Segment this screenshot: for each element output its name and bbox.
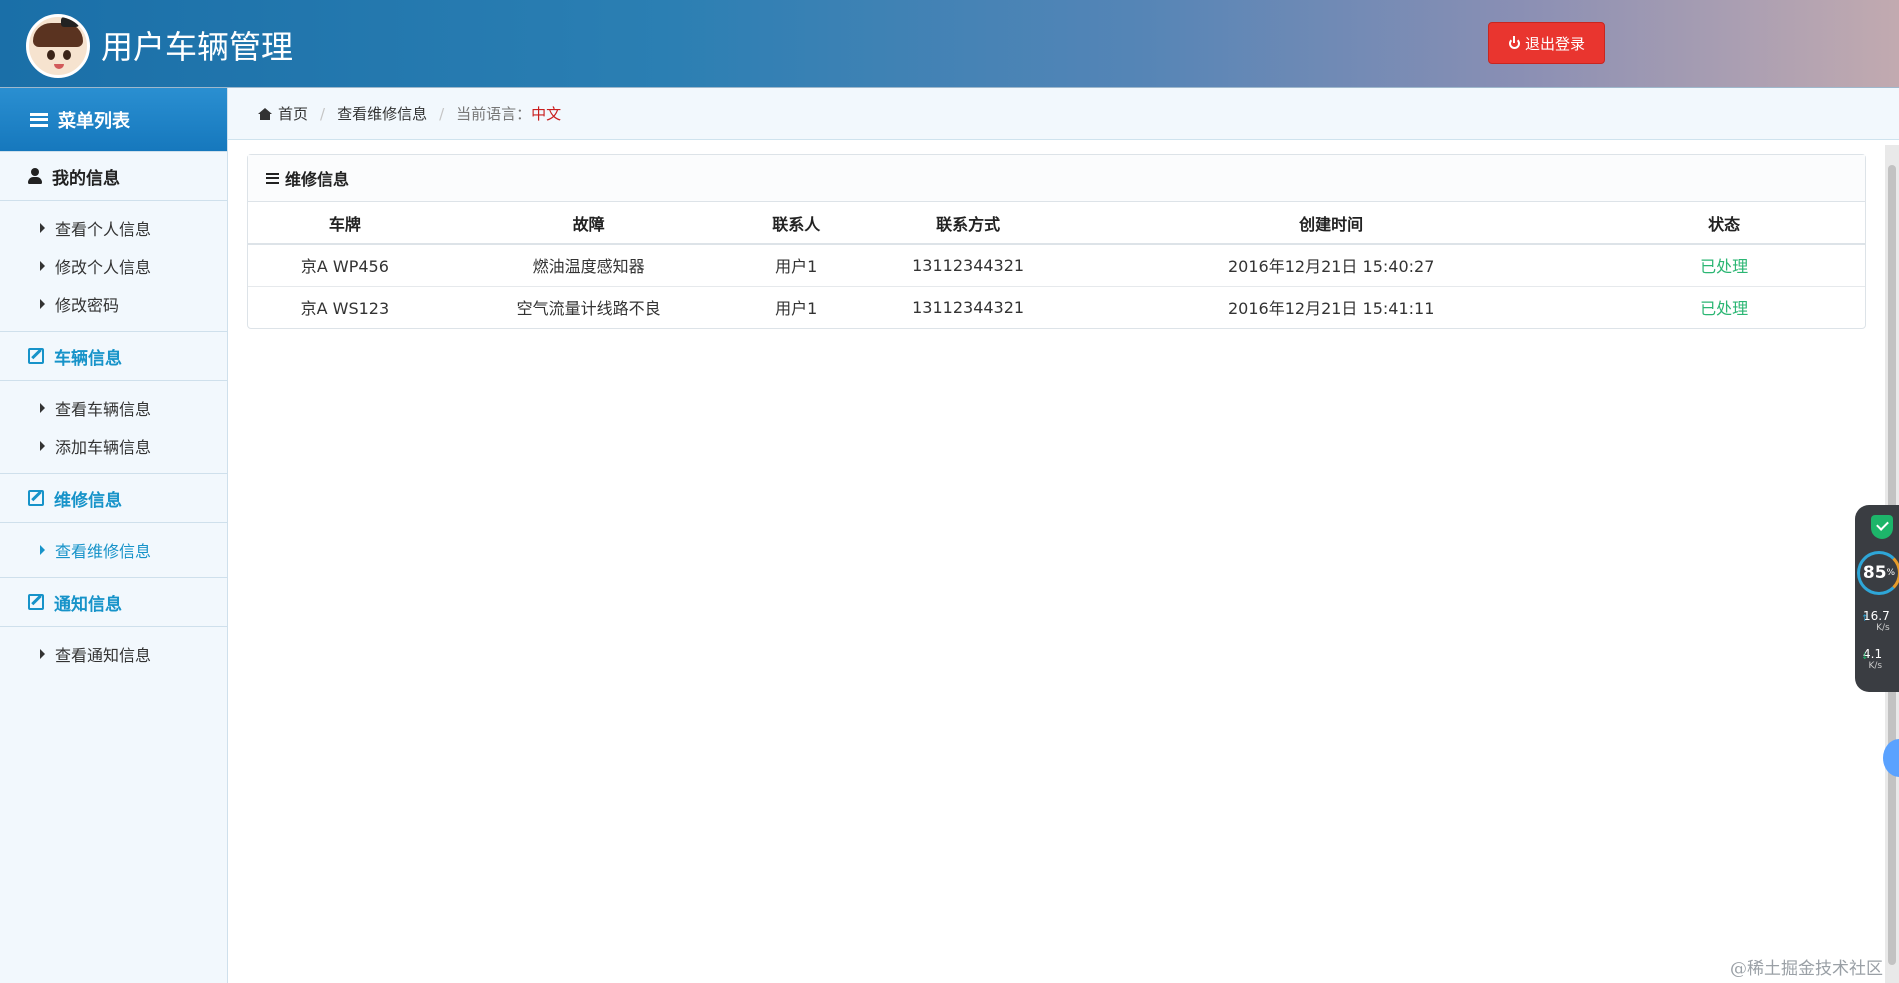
sidebar-section-vehicle-info[interactable]: 车辆信息	[0, 331, 227, 381]
sidebar-item-label: 查看维修信息	[55, 542, 152, 561]
sidebar-section-my-info[interactable]: 我的信息	[0, 151, 227, 201]
cell-fault: 空气流量计线路不良	[516, 299, 661, 319]
repair-table: 车牌 故障 联系人 联系方式 创建时间 状态 京A WP456 燃油温度感知器 …	[248, 202, 1865, 328]
panel-title: 维修信息	[285, 170, 350, 189]
power-icon	[1508, 35, 1521, 50]
sidebar-item-label: 查看个人信息	[55, 220, 152, 239]
sidebar-submenu-notice-info: 查看通知信息	[0, 627, 227, 681]
caret-right-icon	[40, 441, 45, 451]
person-icon	[28, 168, 42, 184]
sidebar-item-view-vehicles[interactable]: 查看车辆信息	[0, 389, 227, 427]
sidebar-item-view-notices[interactable]: 查看通知信息	[0, 635, 227, 673]
logout-button[interactable]: 退出登录	[1488, 22, 1605, 64]
menu-header: 菜单列表	[0, 88, 227, 151]
column-header: 联系方式	[857, 202, 1080, 245]
cell-phone: 13112344321	[912, 297, 1025, 317]
sidebar-submenu-my-info: 查看个人信息 修改个人信息 修改密码	[0, 201, 227, 331]
usage-gauge: 85%	[1857, 551, 1899, 595]
sidebar: 菜单列表 我的信息 查看个人信息 修改个人信息 修改密码 车辆信息 查看车辆信息…	[0, 88, 228, 983]
edit-icon	[28, 594, 44, 610]
cell-plate: 京A WP456	[248, 244, 442, 287]
usage-percent-unit: %	[1886, 568, 1896, 578]
cell-created: 2016年12月21日 15:40:27	[1079, 244, 1584, 287]
upload-speed: ↑ 16.7 K/s	[1861, 610, 1890, 634]
sidebar-item-change-password[interactable]: 修改密码	[0, 285, 227, 323]
usage-percent: 85	[1862, 563, 1887, 583]
column-header: 状态	[1583, 202, 1865, 245]
column-header: 创建时间	[1079, 202, 1584, 245]
watermark: @稀土掘金技术社区	[1730, 959, 1883, 979]
download-speed: ↓ 4.1 K/s	[1861, 648, 1882, 672]
home-icon	[258, 107, 272, 120]
sidebar-section-repair-info[interactable]: 维修信息	[0, 473, 227, 523]
caret-right-icon	[40, 223, 45, 233]
caret-right-icon	[40, 649, 45, 659]
sidebar-item-label: 修改个人信息	[55, 258, 152, 277]
caret-right-icon	[40, 403, 45, 413]
sidebar-item-label: 查看通知信息	[55, 646, 152, 665]
app-title: 用户车辆管理	[101, 28, 294, 66]
app-header: 用户车辆管理 退出登录	[0, 0, 1899, 88]
cell-plate: 京A WS123	[300, 299, 390, 319]
cell-fault: 燃油温度感知器	[441, 244, 736, 287]
sidebar-section-notice-info[interactable]: 通知信息	[0, 577, 227, 627]
sidebar-item-view-profile[interactable]: 查看个人信息	[0, 209, 227, 247]
sidebar-submenu-vehicle-info: 查看车辆信息 添加车辆信息	[0, 381, 227, 473]
sidebar-item-view-repairs[interactable]: 查看维修信息	[0, 531, 227, 569]
bars-icon	[266, 172, 279, 184]
avatar	[26, 14, 90, 78]
repair-info-panel: 维修信息 车牌 故障 联系人 联系方式 创建时间 状态 京A WP456 燃油温…	[247, 154, 1866, 329]
breadcrumb-current[interactable]: 查看维修信息	[337, 103, 427, 124]
caret-right-icon	[40, 299, 45, 309]
panel-header: 维修信息	[248, 155, 1865, 202]
sidebar-submenu-repair-info: 查看维修信息	[0, 523, 227, 577]
section-label: 维修信息	[54, 490, 122, 511]
table-row: 京A WP456 燃油温度感知器 用户1 13112344321 2016年12…	[248, 244, 1865, 287]
breadcrumb-home[interactable]: 首页	[278, 103, 308, 124]
cell-contact: 用户1	[775, 299, 818, 319]
section-label: 车辆信息	[54, 348, 122, 369]
cell-status: 已处理	[1700, 299, 1749, 319]
column-header: 车牌	[248, 202, 442, 245]
sidebar-item-label: 修改密码	[55, 296, 120, 315]
shield-icon	[1871, 515, 1893, 539]
menu-title: 菜单列表	[58, 110, 130, 132]
cell-contact: 用户1	[735, 244, 858, 287]
breadcrumb: 首页 / 查看维修信息 / 当前语言： 中文	[228, 88, 1899, 140]
network-monitor-widget[interactable]: 85% ↑ 16.7 K/s ↓ 4.1 K/s	[1855, 505, 1899, 692]
caret-right-icon	[40, 261, 45, 271]
list-icon	[30, 112, 48, 127]
sidebar-item-add-vehicle[interactable]: 添加车辆信息	[0, 427, 227, 465]
table-header-row: 车牌 故障 联系人 联系方式 创建时间 状态	[248, 202, 1865, 245]
breadcrumb-separator: /	[439, 104, 445, 123]
cell-created: 2016年12月21日 15:41:11	[1227, 299, 1435, 319]
breadcrumb-separator: /	[320, 104, 326, 123]
caret-right-icon	[40, 545, 45, 555]
section-label: 通知信息	[54, 594, 122, 615]
column-header: 联系人	[735, 202, 858, 245]
edit-icon	[28, 348, 44, 364]
arrow-down-icon: ↓	[1861, 652, 1869, 662]
table-row: 京A WS123 空气流量计线路不良 用户1 13112344321 2016年…	[248, 286, 1865, 328]
sidebar-item-edit-profile[interactable]: 修改个人信息	[0, 247, 227, 285]
cell-phone: 13112344321	[857, 244, 1080, 287]
column-header: 故障	[441, 202, 736, 245]
cell-status: 已处理	[1583, 244, 1865, 287]
section-label: 我的信息	[52, 168, 120, 189]
arrow-up-icon: ↑	[1861, 614, 1869, 624]
language-label: 当前语言：	[456, 105, 532, 123]
sidebar-item-label: 查看车辆信息	[55, 400, 152, 419]
language-value[interactable]: 中文	[531, 103, 561, 124]
sidebar-item-label: 添加车辆信息	[55, 438, 152, 457]
edit-icon	[28, 490, 44, 506]
logout-label: 退出登录	[1524, 34, 1585, 53]
